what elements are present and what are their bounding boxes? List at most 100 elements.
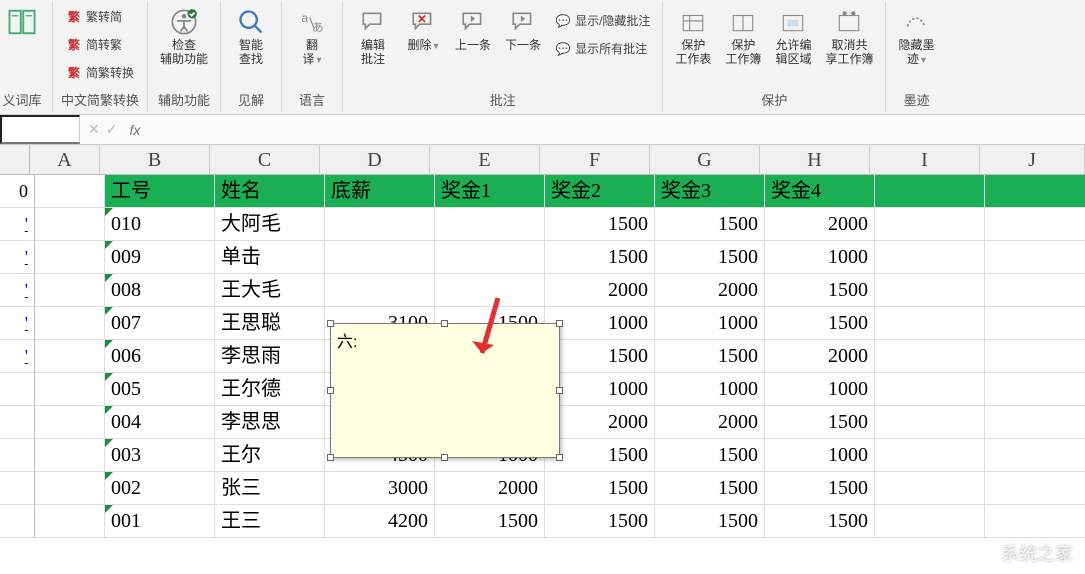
column-header-I[interactable]: I — [870, 145, 980, 174]
data-cell[interactable]: 单击 — [215, 241, 325, 273]
data-cell[interactable]: 李思雨 — [215, 340, 325, 372]
data-cell[interactable] — [435, 241, 545, 273]
data-cell[interactable] — [325, 274, 435, 306]
data-cell[interactable]: 1000 — [765, 373, 875, 405]
data-cell[interactable] — [985, 373, 1085, 405]
row-header[interactable]: ' !A1 — [0, 241, 35, 274]
header-cell[interactable]: 奖金3 — [655, 175, 765, 207]
header-cell[interactable]: 奖金4 — [765, 175, 875, 207]
column-header-B[interactable]: B — [100, 145, 210, 174]
data-cell[interactable]: 2000 — [655, 406, 765, 438]
data-cell[interactable]: 3000 — [325, 472, 435, 504]
data-cell[interactable] — [875, 307, 985, 339]
data-cell[interactable] — [35, 406, 105, 438]
data-cell[interactable]: 1500 — [655, 505, 765, 537]
data-cell[interactable]: 1500 — [765, 307, 875, 339]
header-cell[interactable]: 奖金1 — [435, 175, 545, 207]
data-cell[interactable]: 2000 — [545, 274, 655, 306]
data-cell[interactable]: 005 — [105, 373, 215, 405]
data-cell[interactable] — [35, 307, 105, 339]
data-cell[interactable]: 大阿毛 — [215, 208, 325, 240]
data-cell[interactable]: 王思聪 — [215, 307, 325, 339]
data-cell[interactable]: 王三 — [215, 505, 325, 537]
column-header-C[interactable]: C — [210, 145, 320, 174]
data-cell[interactable]: 4200 — [325, 505, 435, 537]
header-cell[interactable]: 姓名 — [215, 175, 325, 207]
row-header[interactable]: 0 — [0, 175, 35, 208]
column-header-F[interactable]: F — [540, 145, 650, 174]
data-cell[interactable]: 1500 — [765, 274, 875, 306]
row-header[interactable]: ' !A1 — [0, 208, 35, 241]
data-cell[interactable]: 2000 — [765, 208, 875, 240]
confirm-icon[interactable]: ✓ — [106, 121, 118, 138]
data-cell[interactable]: 1500 — [655, 472, 765, 504]
data-cell[interactable] — [435, 208, 545, 240]
data-cell[interactable]: 王尔德 — [215, 373, 325, 405]
edit-comment-button[interactable]: 编辑 批注 — [351, 4, 395, 68]
data-cell[interactable]: 1500 — [765, 406, 875, 438]
data-cell[interactable]: 1000 — [765, 241, 875, 273]
data-cell[interactable]: 1500 — [435, 505, 545, 537]
cancel-icon[interactable]: ✕ — [88, 121, 100, 138]
data-cell[interactable]: 1500 — [765, 472, 875, 504]
header-cell[interactable]: 奖金2 — [545, 175, 655, 207]
data-cell[interactable] — [985, 241, 1085, 273]
protect-workbook-button[interactable]: 保护 工作簿 — [721, 4, 765, 68]
row-header[interactable] — [0, 505, 35, 538]
next-comment-button[interactable]: 下一条 — [501, 4, 545, 54]
data-cell[interactable]: 1500 — [655, 340, 765, 372]
data-cell[interactable]: 2000 — [765, 340, 875, 372]
data-cell[interactable]: 2000 — [435, 472, 545, 504]
header-cell[interactable] — [985, 175, 1085, 207]
data-cell[interactable]: 1000 — [655, 307, 765, 339]
data-cell[interactable]: 001 — [105, 505, 215, 537]
data-cell[interactable] — [875, 439, 985, 471]
data-cell[interactable]: 李思思 — [215, 406, 325, 438]
data-cell[interactable] — [325, 241, 435, 273]
name-box-input[interactable] — [0, 115, 80, 144]
row-header[interactable]: ' !A1 — [0, 307, 35, 340]
data-cell[interactable] — [875, 472, 985, 504]
data-cell[interactable]: 王大毛 — [215, 274, 325, 306]
trad-to-simp-button[interactable]: 繁 繁转简 — [62, 4, 138, 30]
header-cell[interactable]: 工号 — [105, 175, 215, 207]
data-cell[interactable] — [875, 373, 985, 405]
column-header-D[interactable]: D — [320, 145, 430, 174]
data-cell[interactable] — [35, 340, 105, 372]
data-cell[interactable]: 1500 — [545, 340, 655, 372]
simp-to-trad-button[interactable]: 繁 简转繁 — [62, 32, 138, 58]
data-cell[interactable]: 1500 — [655, 208, 765, 240]
protect-sheet-button[interactable]: 保护 工作表 — [671, 4, 715, 68]
column-header-J[interactable]: J — [980, 145, 1085, 174]
column-header-H[interactable]: H — [760, 145, 870, 174]
data-cell[interactable]: 2000 — [655, 274, 765, 306]
data-cell[interactable] — [35, 439, 105, 471]
data-cell[interactable] — [35, 472, 105, 504]
data-cell[interactable]: 王尔 — [215, 439, 325, 471]
data-cell[interactable]: 009 — [105, 241, 215, 273]
data-cell[interactable]: 1500 — [765, 505, 875, 537]
data-cell[interactable] — [985, 307, 1085, 339]
data-cell[interactable]: 003 — [105, 439, 215, 471]
data-cell[interactable]: 010 — [105, 208, 215, 240]
data-cell[interactable] — [985, 340, 1085, 372]
data-cell[interactable] — [985, 406, 1085, 438]
thesaurus-button[interactable] — [0, 4, 44, 40]
data-cell[interactable] — [875, 406, 985, 438]
unshare-workbook-button[interactable]: 取消共 享工作簿 — [821, 4, 877, 68]
data-cell[interactable]: 1500 — [545, 241, 655, 273]
data-cell[interactable] — [875, 208, 985, 240]
row-header[interactable] — [0, 373, 35, 406]
show-hide-comment-button[interactable]: 💬 显示/隐藏批注 — [551, 8, 654, 34]
fx-icon[interactable]: fx — [123, 122, 140, 138]
data-cell[interactable] — [35, 274, 105, 306]
data-cell[interactable] — [985, 472, 1085, 504]
data-cell[interactable] — [985, 505, 1085, 537]
row-header[interactable] — [0, 406, 35, 439]
data-cell[interactable]: 008 — [105, 274, 215, 306]
row-header[interactable]: ' !A1 — [0, 340, 35, 373]
data-cell[interactable] — [35, 505, 105, 537]
column-header-G[interactable]: G — [650, 145, 760, 174]
formula-input[interactable] — [148, 115, 1085, 144]
header-cell[interactable] — [875, 175, 985, 207]
